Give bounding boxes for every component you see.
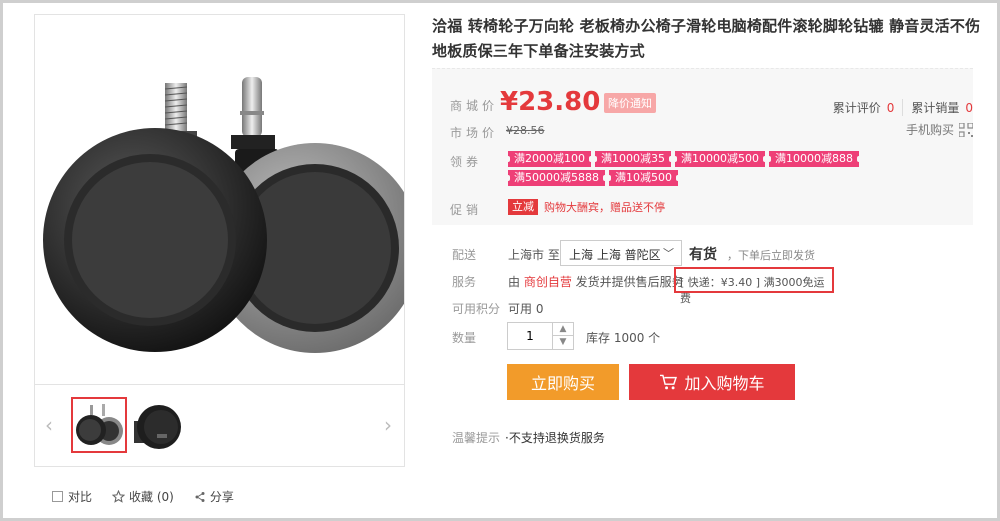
- ship-from: 上海市 至: [508, 248, 560, 262]
- coupon-label: 领券: [450, 155, 483, 169]
- quantity-decrease-button[interactable]: ▼: [553, 336, 573, 349]
- product-main-image[interactable]: [34, 14, 405, 385]
- thumbnail-1[interactable]: [71, 397, 127, 453]
- price-notice-button[interactable]: 降价通知: [604, 93, 656, 113]
- points-value: 可用 0: [508, 302, 544, 316]
- thumbnail-2[interactable]: [131, 397, 187, 453]
- delivery-label: 配送: [452, 248, 477, 262]
- coupon-item[interactable]: 满2000减100: [506, 151, 593, 167]
- compare-button[interactable]: 对比: [52, 488, 92, 505]
- add-to-cart-label: 加入购物车: [684, 374, 765, 393]
- service-text: 由 商创自营 发货并提供售后服务: [508, 273, 684, 290]
- area-select[interactable]: 上海 上海 普陀区 ﹀: [560, 240, 682, 266]
- share-label: 分享: [209, 490, 234, 504]
- review-stat[interactable]: 累计评价 0: [825, 99, 904, 116]
- service-suffix: 发货并提供售后服务: [571, 275, 684, 289]
- cart-icon: [660, 374, 678, 390]
- stock-note: ，下单后立即发货: [727, 249, 815, 262]
- compare-label: 对比: [68, 490, 93, 504]
- price-value: ¥23.80: [500, 87, 601, 117]
- sales-count: 0: [965, 101, 973, 115]
- promotion-label: 促销: [450, 203, 483, 217]
- seller-link[interactable]: 商创自营: [524, 275, 572, 289]
- thumb-wheels-image: [76, 404, 123, 445]
- price-label: 商城价: [450, 99, 499, 113]
- chevron-down-icon: ﹀: [663, 247, 674, 260]
- points-label: 可用积分: [452, 302, 501, 316]
- share-icon: [195, 491, 205, 502]
- price-panel: 商城价 ¥23.80 降价通知 市场价 ¥28.56 累计评价 0 累计销量 0 手…: [432, 68, 973, 225]
- caster-wheels-image: [43, 77, 404, 353]
- review-label: 累计评价: [832, 101, 881, 115]
- review-count: 0: [886, 101, 895, 115]
- coupon-item[interactable]: 满10000减888: [767, 151, 861, 167]
- product-actions: 对比 收藏 (0) 分享: [52, 488, 254, 505]
- coupon-item[interactable]: 满50000减5888: [506, 170, 607, 186]
- quantity-increase-button[interactable]: ▲: [553, 323, 573, 336]
- quantity-label: 数量: [452, 331, 477, 345]
- freight-info: [ 快递：¥3.40 ] 满3000免运费: [674, 267, 834, 305]
- qr-code-icon: [959, 122, 973, 137]
- product-title: 洽福 转椅轮子万向轮 老板椅办公椅子滑轮电脑椅配件滚轮脚轮钻辘 静音灵活不伤地板…: [432, 17, 981, 60]
- thumb-wheel-side-image: [134, 405, 181, 449]
- sales-stat: 累计销量 0: [903, 99, 973, 116]
- promotion-tag: 立减: [508, 199, 538, 215]
- tip-label: 温馨提示: [452, 431, 501, 445]
- area-select-value: 上海 上海 普陀区: [569, 248, 661, 262]
- promotion-text: 购物大酬宾，赠品送不停: [544, 201, 665, 214]
- stock-status: 有货: [689, 247, 717, 263]
- thumbnail-bar: ‹ ›: [34, 385, 405, 467]
- chevron-left-icon[interactable]: ‹: [45, 413, 53, 437]
- product-stats: 累计评价 0 累计销量 0: [825, 99, 973, 116]
- coupon-list: 满2000减100 满1000减35 满10000减500 满10000减888…: [506, 151, 888, 186]
- stock-count: 库存 1000 个: [586, 331, 661, 345]
- chevron-right-icon[interactable]: ›: [384, 413, 392, 437]
- service-prefix: 由: [508, 275, 524, 289]
- coupon-item[interactable]: 满10000减500: [673, 151, 767, 167]
- mobile-buy-label: 手机购买: [905, 123, 954, 137]
- quantity-input[interactable]: [507, 322, 553, 350]
- service-label: 服务: [452, 275, 477, 289]
- compare-checkbox[interactable]: [52, 491, 63, 502]
- favorite-label: 收藏 (0): [129, 490, 174, 504]
- mobile-buy-button[interactable]: 手机购买: [906, 121, 973, 138]
- add-to-cart-button[interactable]: 加入购物车: [629, 364, 795, 400]
- market-price-label: 市场价: [450, 126, 499, 140]
- coupon-item[interactable]: 满10减500: [607, 170, 680, 186]
- buy-now-button[interactable]: 立即购买: [507, 364, 619, 400]
- share-button[interactable]: 分享: [194, 488, 234, 505]
- quantity-stepper: ▲ ▼: [553, 322, 574, 350]
- coupon-item[interactable]: 满1000减35: [593, 151, 673, 167]
- market-price-value: ¥28.56: [506, 124, 545, 137]
- favorite-button[interactable]: 收藏 (0): [112, 488, 174, 505]
- star-icon: [112, 490, 126, 503]
- sales-label: 累计销量: [911, 101, 960, 115]
- tip-text: ·不支持退换货服务: [505, 431, 605, 445]
